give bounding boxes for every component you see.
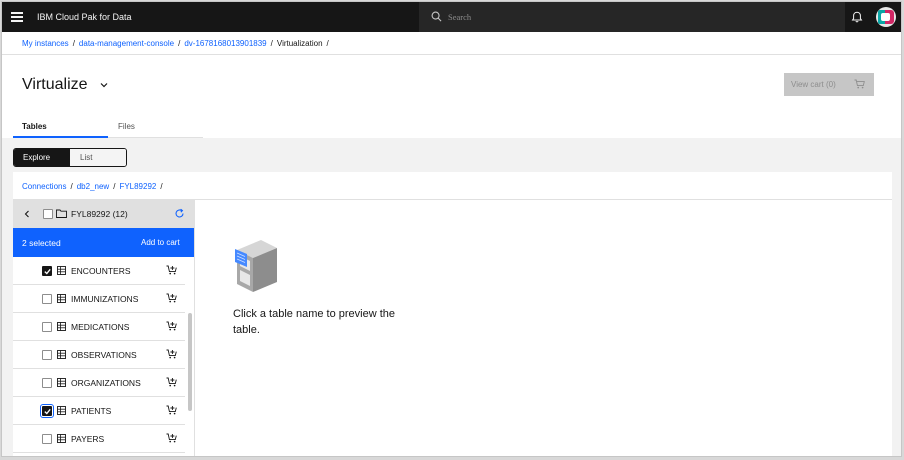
empty-preview-message: Click a table name to preview the table. <box>233 308 396 336</box>
tab-tables[interactable]: Tables <box>13 116 108 138</box>
workspace: Explore List Connections / db2_new / FYL8929… <box>2 138 901 456</box>
notification-icon[interactable] <box>850 10 864 24</box>
selection-count: 2 selected <box>22 238 61 248</box>
row-checkbox[interactable] <box>40 404 54 418</box>
breadcrumb-data-management-console[interactable]: data-management-console <box>79 39 174 48</box>
path-schema[interactable]: FYL89292 <box>119 182 156 191</box>
table-icon <box>57 378 66 387</box>
row-checkbox[interactable] <box>42 322 52 332</box>
row-checkbox[interactable] <box>42 266 52 276</box>
table-icon <box>57 322 66 331</box>
add-to-cart-button[interactable]: Add to cart <box>141 238 180 247</box>
table-name: MEDICATIONS <box>71 322 130 332</box>
table-icon <box>57 294 66 303</box>
table-icon <box>57 266 66 275</box>
table-tree-panel: FYL89292 (12) 2 selected Add to cart ENC… <box>13 200 195 456</box>
cart-icon <box>854 79 865 89</box>
user-avatar[interactable] <box>876 7 896 27</box>
view-cart-button[interactable]: View cart (0) <box>784 73 874 96</box>
divider <box>2 54 901 55</box>
table-icon <box>57 406 66 415</box>
chevron-down-icon[interactable] <box>99 80 109 90</box>
refresh-icon[interactable] <box>174 208 185 219</box>
table-row-immunizations[interactable]: IMMUNIZATIONS <box>13 285 185 313</box>
chevron-left-icon[interactable] <box>23 210 31 218</box>
add-to-cart-icon[interactable] <box>166 321 177 331</box>
table-row-payers[interactable]: PAYERS <box>13 425 185 453</box>
search-input[interactable] <box>448 8 828 26</box>
row-checkbox[interactable] <box>42 378 52 388</box>
row-checkbox[interactable] <box>42 434 52 444</box>
table-row-patients[interactable]: PATIENTS <box>13 397 185 425</box>
table-name: ORGANIZATIONS <box>71 378 141 388</box>
schema-name: FYL89292 (12) <box>71 209 128 219</box>
row-checkbox[interactable] <box>42 350 52 360</box>
explore-toggle[interactable]: Explore <box>14 149 70 166</box>
view-cart-label: View cart (0) <box>791 80 836 89</box>
table-row-medications[interactable]: MEDICATIONS <box>13 313 185 341</box>
selection-bar: 2 selected Add to cart <box>13 228 194 257</box>
add-to-cart-icon[interactable] <box>166 265 177 275</box>
table-row-observations[interactable]: OBSERVATIONS <box>13 341 185 369</box>
list-toggle[interactable]: List <box>70 149 126 166</box>
table-row-encounters[interactable]: ENCOUNTERS <box>13 257 185 285</box>
brand-name: IBM Cloud Pak for Data <box>37 12 132 22</box>
preview-panel: Click a table name to preview the table. <box>195 200 892 456</box>
add-to-cart-icon[interactable] <box>166 405 177 415</box>
table-name: PATIENTS <box>71 406 112 416</box>
connection-path-bar: Connections / db2_new / FYL89292/ <box>13 172 892 200</box>
table-name: PAYERS <box>71 434 105 444</box>
page-title: Virtualize <box>22 76 88 93</box>
global-search[interactable] <box>419 2 845 32</box>
view-switcher: Explore List <box>13 148 127 167</box>
add-to-cart-icon[interactable] <box>166 433 177 443</box>
table-name: IMMUNIZATIONS <box>71 294 139 304</box>
table-row-organizations[interactable]: ORGANIZATIONS <box>13 369 185 397</box>
breadcrumb-my-instances[interactable]: My instances <box>22 39 69 48</box>
table-icon <box>57 350 66 359</box>
breadcrumb: My instances / data-management-console / dv-… <box>22 39 329 48</box>
table-icon <box>57 434 66 443</box>
path-connections[interactable]: Connections <box>22 182 66 191</box>
app-window: IBM Cloud Pak for Data My instances/data… <box>1 1 902 457</box>
breadcrumb-virtualization: Virtualization <box>276 39 323 48</box>
schema-header: FYL89292 (12) <box>13 200 194 228</box>
menu-icon[interactable] <box>11 12 23 22</box>
tab-files[interactable]: Files <box>108 116 203 138</box>
folder-icon <box>56 209 67 218</box>
add-to-cart-icon[interactable] <box>166 377 177 387</box>
select-all-checkbox[interactable] <box>43 209 53 219</box>
table-name: OBSERVATIONS <box>71 350 137 360</box>
scrollbar[interactable] <box>188 313 192 411</box>
connection-breadcrumb: Connections / db2_new / FYL89292/ <box>22 182 163 191</box>
add-to-cart-icon[interactable] <box>166 349 177 359</box>
add-to-cart-icon[interactable] <box>166 293 177 303</box>
top-nav-bar: IBM Cloud Pak for Data <box>2 2 901 32</box>
table-name: ENCOUNTERS <box>71 266 131 276</box>
search-icon <box>431 11 442 22</box>
breadcrumb-instance-id[interactable]: dv-1678168013901839 <box>184 39 266 48</box>
file-cabinet-icon <box>235 240 277 292</box>
row-checkbox[interactable] <box>42 294 52 304</box>
path-connection[interactable]: db2_new <box>77 182 109 191</box>
